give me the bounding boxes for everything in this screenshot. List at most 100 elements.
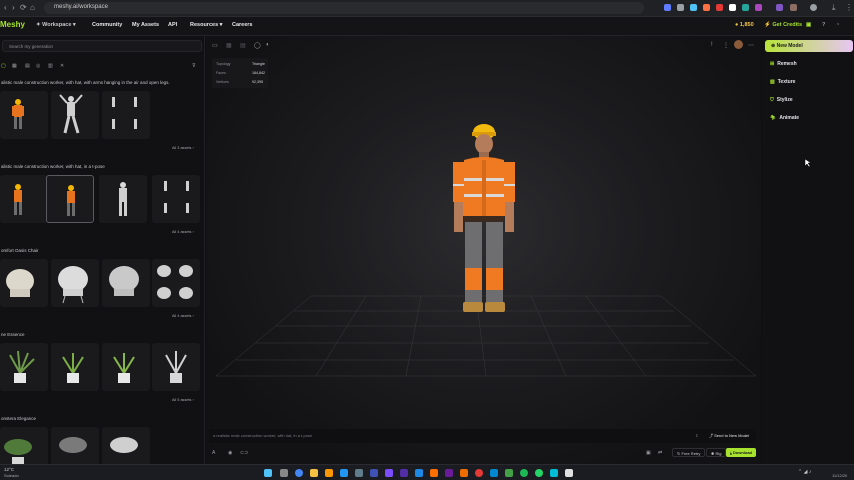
- download-button[interactable]: ⤓ Download: [726, 448, 756, 457]
- all-assets-link[interactable]: All 5 assets ›: [172, 398, 194, 402]
- wireframe-icon[interactable]: ▤: [240, 42, 246, 49]
- menu-icon[interactable]: ⋮: [845, 3, 853, 12]
- model-thumbnail[interactable]: [99, 175, 147, 223]
- extension-icon[interactable]: [790, 4, 797, 11]
- model-thumbnail[interactable]: [152, 343, 200, 391]
- search-input[interactable]: Search my generation: [2, 40, 202, 52]
- settings-icon[interactable]: ⋮: [723, 42, 729, 49]
- model-thumbnail[interactable]: [0, 427, 48, 464]
- app-icon[interactable]: [340, 469, 348, 477]
- app-icon[interactable]: [565, 469, 573, 477]
- group-prompt[interactable]: onstera Elegance: [1, 416, 36, 421]
- model-thumbnail[interactable]: [102, 343, 150, 391]
- texture-menu-item[interactable]: ▨ Texture: [770, 79, 795, 85]
- nav-my-assets[interactable]: My Assets: [132, 22, 159, 28]
- link-icon[interactable]: ⊂⊃: [240, 450, 248, 456]
- construction-worker-model[interactable]: [436, 118, 526, 328]
- lighting-icon[interactable]: ◐: [266, 42, 270, 48]
- free-retry-button[interactable]: ↻ Free Retry: [672, 448, 706, 457]
- model-thumbnail[interactable]: [152, 259, 200, 307]
- model-thumbnail[interactable]: [0, 343, 48, 391]
- app-icon[interactable]: [550, 469, 558, 477]
- model-thumbnail[interactable]: [102, 427, 150, 464]
- grid-icon[interactable]: ▦: [226, 42, 232, 49]
- rig-button[interactable]: ✱ Rig: [706, 448, 727, 457]
- model-thumbnail[interactable]: [152, 175, 200, 223]
- profile-avatar[interactable]: [810, 4, 817, 11]
- more-icon[interactable]: ⋯: [748, 42, 754, 49]
- app-icon[interactable]: [355, 469, 363, 477]
- send-to-new-model-button[interactable]: ⤴ Send to New Model: [709, 433, 749, 439]
- model-thumbnail[interactable]: [51, 91, 99, 139]
- filter-icon[interactable]: ◎: [36, 63, 40, 69]
- url-bar[interactable]: meshy.ai/workspace: [44, 2, 644, 14]
- animate-menu-item[interactable]: 🏃︎ Animate: [770, 115, 799, 121]
- layout-icon[interactable]: ▤: [25, 63, 30, 69]
- back-icon[interactable]: ‹: [4, 3, 7, 12]
- camera-icon[interactable]: ◉: [228, 450, 232, 456]
- app-icon[interactable]: [325, 469, 333, 477]
- tool-icon[interactable]: ✕: [60, 63, 64, 69]
- group-prompt[interactable]: omfort Oasis Chair: [1, 248, 39, 253]
- grid-view-icon[interactable]: ▢: [1, 63, 6, 69]
- stack-icon[interactable]: ▥: [48, 63, 53, 69]
- all-assets-link[interactable]: All 4 assets ›: [172, 230, 194, 234]
- info-icon[interactable]: !: [711, 42, 713, 48]
- extension-icon[interactable]: [703, 4, 710, 11]
- download-icon[interactable]: ⤓: [832, 3, 836, 13]
- model-viewport[interactable]: ▭ ▦ ▤ ◯ ◐ ! ⋮ ⋯ Topology Triangle Faces …: [206, 36, 761, 464]
- model-thumbnail[interactable]: [51, 427, 99, 464]
- bell-icon[interactable]: ◔: [836, 22, 839, 28]
- search-icon[interactable]: [280, 469, 288, 477]
- model-thumbnail[interactable]: [0, 91, 48, 139]
- spotify-icon[interactable]: [520, 469, 528, 477]
- extension-icon[interactable]: [677, 4, 684, 11]
- extension-icon[interactable]: [690, 4, 697, 11]
- extension-icon[interactable]: [776, 4, 783, 11]
- app-icon[interactable]: [505, 469, 513, 477]
- model-thumbnail-selected[interactable]: [46, 175, 94, 223]
- get-credits-button[interactable]: ⚡ Get Credits: [764, 22, 802, 28]
- list-view-icon[interactable]: ▦: [12, 63, 17, 69]
- new-model-button[interactable]: ⊕ New Model: [765, 40, 853, 52]
- model-thumbnail[interactable]: [0, 175, 48, 223]
- nav-careers[interactable]: Careers: [232, 22, 253, 28]
- group-prompt[interactable]: alistic male construction worker, with h…: [1, 80, 170, 85]
- extension-icon[interactable]: [729, 4, 736, 11]
- remesh-menu-item[interactable]: ⊞ Remesh: [770, 61, 797, 67]
- expand-icon[interactable]: ⇕: [695, 433, 698, 438]
- nav-community[interactable]: Community: [92, 22, 122, 28]
- premiere-icon[interactable]: [400, 469, 408, 477]
- group-prompt[interactable]: ne Essence: [1, 332, 25, 337]
- forward-icon[interactable]: ›: [12, 3, 15, 12]
- prompt-text[interactable]: a realistic male construction worker, wi…: [213, 433, 312, 438]
- app-icon[interactable]: [460, 469, 468, 477]
- logo[interactable]: Meshy: [0, 20, 25, 29]
- whatsapp-icon[interactable]: [535, 469, 543, 477]
- app-icon[interactable]: [445, 469, 453, 477]
- nav-api[interactable]: API: [168, 22, 177, 28]
- tray-icons[interactable]: ⌃ ◢ ♪: [798, 469, 811, 475]
- extension-icon[interactable]: [742, 4, 749, 11]
- avatar[interactable]: [734, 40, 743, 49]
- illustrator-icon[interactable]: [430, 469, 438, 477]
- home-icon[interactable]: ⌂: [30, 3, 35, 12]
- resize-icon[interactable]: ▣: [646, 450, 651, 456]
- reload-icon[interactable]: ⟳: [20, 3, 27, 12]
- app-icon[interactable]: [490, 469, 498, 477]
- all-assets-link[interactable]: All 4 assets ›: [172, 314, 194, 318]
- stylize-menu-item[interactable]: ⛉ Stylize: [770, 97, 793, 103]
- folder-icon[interactable]: [310, 469, 318, 477]
- start-icon[interactable]: [264, 469, 272, 477]
- monitor-icon[interactable]: ▭: [212, 42, 218, 49]
- model-thumbnail[interactable]: [102, 259, 150, 307]
- app-icon[interactable]: [385, 469, 393, 477]
- all-assets-link[interactable]: All 3 assets ›: [172, 146, 194, 150]
- model-thumbnail[interactable]: [51, 343, 99, 391]
- app-icon[interactable]: [475, 469, 483, 477]
- model-thumbnail[interactable]: [51, 259, 99, 307]
- group-prompt[interactable]: alistic male construction worker, with h…: [1, 164, 105, 169]
- share-icon[interactable]: ⇄: [658, 450, 662, 456]
- model-thumbnail[interactable]: [102, 91, 150, 139]
- help-icon[interactable]: ?: [822, 22, 825, 28]
